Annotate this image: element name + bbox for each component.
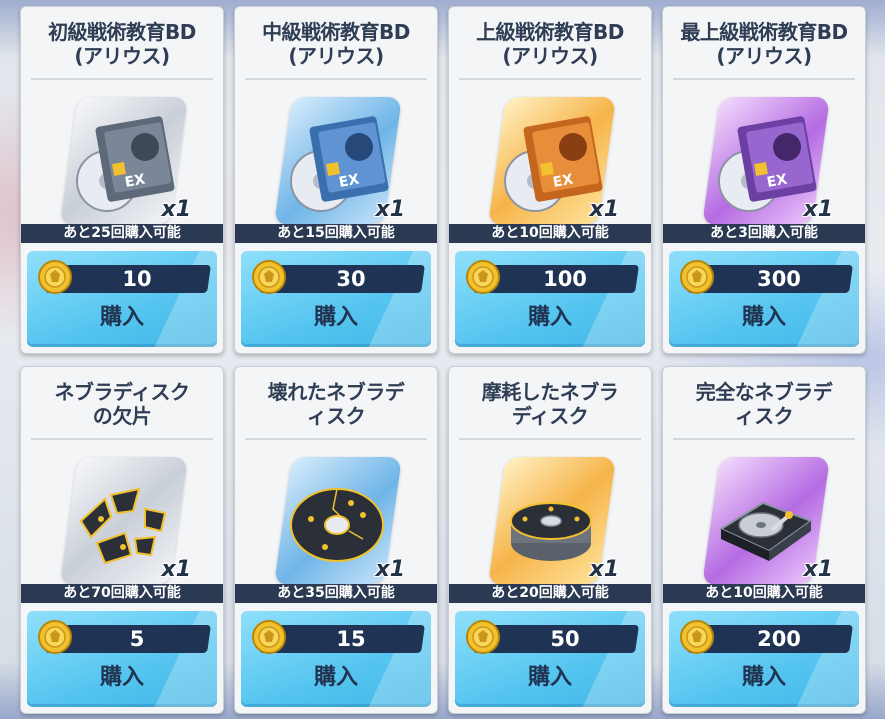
title-divider bbox=[459, 438, 641, 440]
item-price: 100 bbox=[543, 267, 587, 291]
item-price: 200 bbox=[757, 627, 801, 651]
shop-item-card[interactable]: 上級戦術教育BD (アリウス) EX x1 あと10回購入可能 100 購入 bbox=[448, 6, 652, 354]
purchase-limit: あと10回購入可能 bbox=[663, 584, 865, 603]
shop-item-card[interactable]: 初級戦術教育BD (アリウス) EX x1 あと25回購入可能 10 購入 bbox=[20, 6, 224, 354]
item-quantity: x1 bbox=[589, 557, 620, 582]
shop-item-card[interactable]: ネブラディスク の欠片 x1 あと70回購入可能 5 購入 bbox=[20, 366, 224, 714]
purchase-limit: あと15回購入可能 bbox=[235, 224, 437, 243]
buy-label: 購入 bbox=[313, 305, 358, 330]
title-divider bbox=[673, 78, 855, 80]
item-quantity: x1 bbox=[375, 557, 406, 582]
item-title: 上級戦術教育BD (アリウス) bbox=[476, 20, 624, 68]
item-title: 初級戦術教育BD (アリウス) bbox=[48, 20, 196, 68]
purchase-limit: あと10回購入可能 bbox=[449, 224, 651, 243]
title-divider bbox=[245, 438, 427, 440]
buy-label: 購入 bbox=[741, 665, 786, 690]
buy-button[interactable]: 10 購入 bbox=[27, 251, 217, 347]
item-price: 5 bbox=[129, 627, 145, 651]
item-price: 30 bbox=[336, 267, 366, 291]
title-divider bbox=[673, 438, 855, 440]
buy-label: 購入 bbox=[527, 305, 572, 330]
item-title: 摩耗したネブラ ディスク bbox=[481, 380, 619, 428]
item-quantity: x1 bbox=[161, 557, 192, 582]
item-title: 中級戦術教育BD (アリウス) bbox=[262, 20, 410, 68]
item-price: 10 bbox=[122, 267, 152, 291]
item-price: 15 bbox=[336, 627, 366, 651]
shop-item-card[interactable]: 中級戦術教育BD (アリウス) EX x1 あと15回購入可能 30 購入 bbox=[234, 6, 438, 354]
buy-button[interactable]: 200 購入 bbox=[669, 611, 859, 707]
item-title: 最上級戦術教育BD (アリウス) bbox=[680, 20, 848, 68]
purchase-limit: あと25回購入可能 bbox=[21, 224, 223, 243]
item-quantity: x1 bbox=[589, 197, 620, 222]
title-divider bbox=[31, 78, 213, 80]
buy-button[interactable]: 100 購入 bbox=[455, 251, 645, 347]
buy-button[interactable]: 5 購入 bbox=[27, 611, 217, 707]
shop-item-grid: 初級戦術教育BD (アリウス) EX x1 あと25回購入可能 10 購入 中級… bbox=[20, 6, 866, 714]
purchase-limit: あと3回購入可能 bbox=[663, 224, 865, 243]
item-quantity: x1 bbox=[161, 197, 192, 222]
buy-button[interactable]: 30 購入 bbox=[241, 251, 431, 347]
buy-label: 購入 bbox=[99, 305, 144, 330]
buy-label: 購入 bbox=[527, 665, 572, 690]
item-quantity: x1 bbox=[803, 197, 834, 222]
purchase-limit: あと70回購入可能 bbox=[21, 584, 223, 603]
title-divider bbox=[245, 78, 427, 80]
shop-item-card[interactable]: 完全なネブラデ ィスク x1 あと10回購入可能 200 購入 bbox=[662, 366, 866, 714]
buy-label: 購入 bbox=[313, 665, 358, 690]
shop-item-card[interactable]: 摩耗したネブラ ディスク x1 あと20回購入可能 50 購入 bbox=[448, 366, 652, 714]
buy-label: 購入 bbox=[99, 665, 144, 690]
buy-label: 購入 bbox=[741, 305, 786, 330]
item-title: 壊れたネブラデ ィスク bbox=[267, 380, 405, 428]
buy-button[interactable]: 15 購入 bbox=[241, 611, 431, 707]
item-title: 完全なネブラデ ィスク bbox=[695, 380, 833, 428]
shop-item-card[interactable]: 最上級戦術教育BD (アリウス) EX x1 あと3回購入可能 300 購入 bbox=[662, 6, 866, 354]
purchase-limit: あと20回購入可能 bbox=[449, 584, 651, 603]
purchase-limit: あと35回購入可能 bbox=[235, 584, 437, 603]
title-divider bbox=[31, 438, 213, 440]
item-price: 300 bbox=[757, 267, 801, 291]
buy-button[interactable]: 50 購入 bbox=[455, 611, 645, 707]
title-divider bbox=[459, 78, 641, 80]
item-price: 50 bbox=[550, 627, 580, 651]
item-quantity: x1 bbox=[803, 557, 834, 582]
buy-button[interactable]: 300 購入 bbox=[669, 251, 859, 347]
shop-item-card[interactable]: 壊れたネブラデ ィスク x1 あと35回購入可能 15 購入 bbox=[234, 366, 438, 714]
item-title: ネブラディスク の欠片 bbox=[54, 380, 190, 428]
item-quantity: x1 bbox=[375, 197, 406, 222]
